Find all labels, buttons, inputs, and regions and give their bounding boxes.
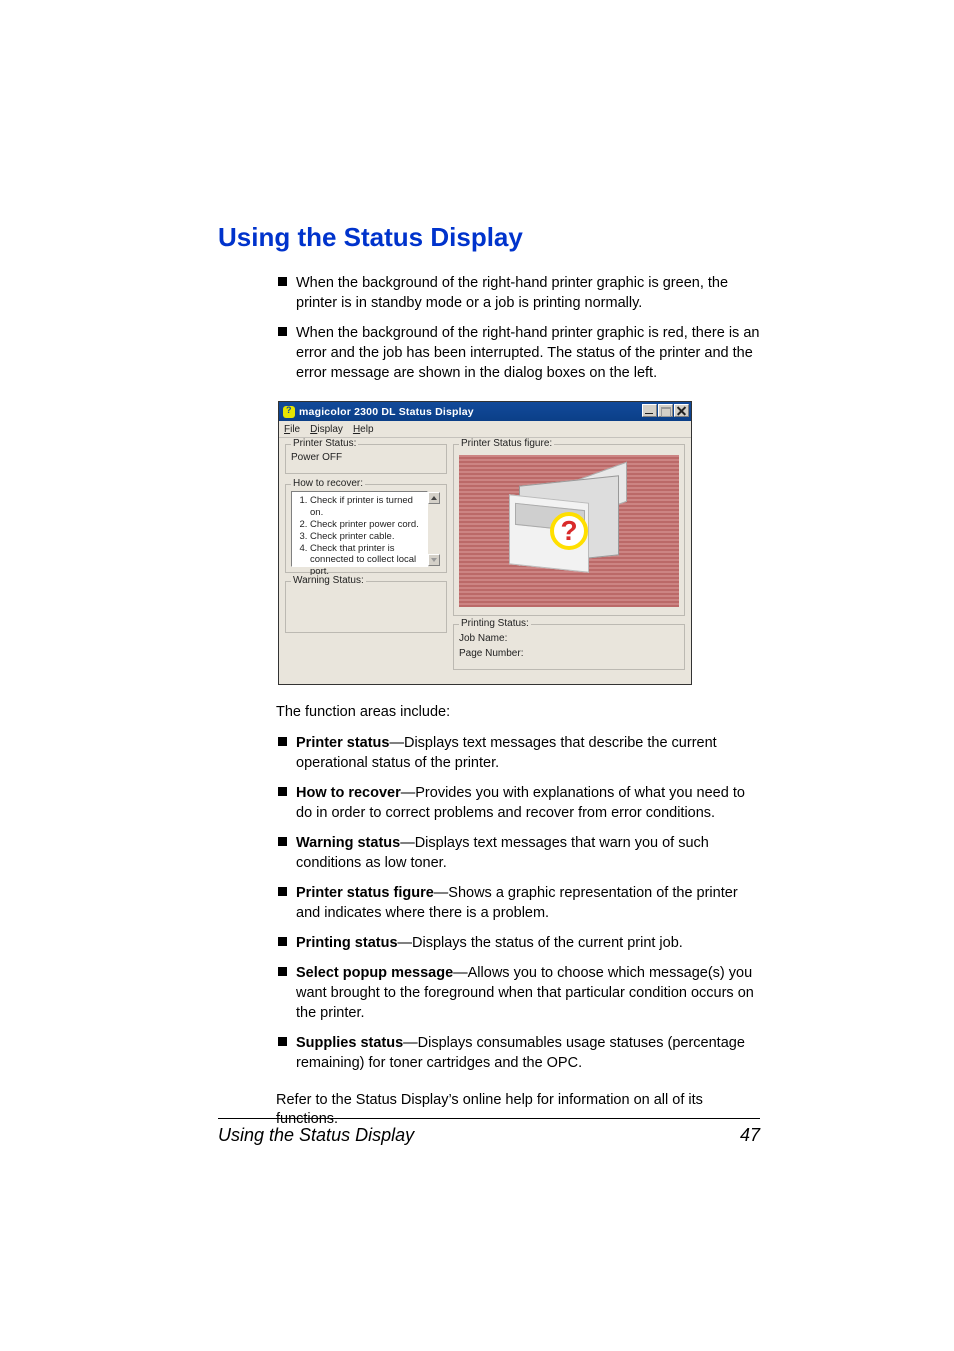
page-number-label: Page Number: — [459, 648, 679, 659]
printer-status-figure-legend: Printer Status figure: — [459, 438, 554, 449]
menu-help[interactable]: Help — [353, 424, 374, 435]
function-area-item: Select popup message—Allows you to choos… — [278, 963, 760, 1023]
function-area-item: Supplies status—Displays consumables usa… — [278, 1033, 760, 1073]
menu-file[interactable]: File — [284, 424, 300, 435]
function-areas-intro: The function areas include: — [276, 703, 760, 723]
printer-status-figure-group: Printer Status figure: — [453, 444, 685, 616]
page-footer: Using the Status Display 47 — [218, 1118, 760, 1146]
warning-status-legend: Warning Status: — [291, 575, 366, 586]
how-to-recover-group: How to recover: Check if printer is turn… — [285, 484, 447, 573]
function-area-item: How to recover—Provides you with explana… — [278, 783, 760, 823]
recover-step: Check printer power cord. — [310, 519, 423, 531]
function-area-term: Select popup message — [296, 965, 453, 981]
function-area-desc: —Displays the status of the current prin… — [398, 935, 683, 951]
status-display-window: magicolor 2300 DL Status Display File Di… — [278, 401, 692, 685]
intro-bullet-list: When the background of the right-hand pr… — [218, 273, 760, 383]
maximize-button[interactable] — [658, 404, 673, 417]
footer-title: Using the Status Display — [218, 1125, 414, 1146]
function-area-term: Printing status — [296, 935, 398, 951]
function-area-term: How to recover — [296, 785, 401, 801]
footer-rule — [218, 1118, 760, 1119]
printing-status-group: Printing Status: Job Name: Page Number: — [453, 624, 685, 670]
minimize-button[interactable] — [642, 404, 657, 417]
intro-bullet: When the background of the right-hand pr… — [278, 273, 760, 313]
printer-figure — [459, 455, 679, 607]
warning-status-group: Warning Status: — [285, 581, 447, 633]
function-area-term: Printer status figure — [296, 885, 434, 901]
intro-bullet: When the background of the right-hand pr… — [278, 323, 760, 383]
title-bar[interactable]: magicolor 2300 DL Status Display — [279, 402, 691, 421]
close-button[interactable] — [674, 404, 689, 417]
function-area-item: Printer status—Displays text messages th… — [278, 733, 760, 773]
recover-step: Check printer cable. — [310, 531, 423, 543]
printer-status-value: Power OFF — [291, 452, 441, 463]
recover-step: Check that printer is connected to colle… — [310, 543, 423, 579]
menu-display[interactable]: Display — [310, 424, 343, 435]
footer-page-number: 47 — [740, 1125, 760, 1146]
printer-status-group: Printer Status: Power OFF — [285, 444, 447, 474]
how-to-recover-legend: How to recover: — [291, 478, 365, 489]
page-heading: Using the Status Display — [218, 222, 760, 253]
function-area-item: Printer status figure—Shows a graphic re… — [278, 883, 760, 923]
printer-status-legend: Printer Status: — [291, 438, 358, 449]
function-area-term: Printer status — [296, 735, 389, 751]
app-icon — [283, 406, 295, 418]
printing-status-legend: Printing Status: — [459, 618, 531, 629]
function-area-item: Warning status—Displays text messages th… — [278, 833, 760, 873]
function-area-term: Warning status — [296, 835, 400, 851]
scroll-up-button[interactable] — [428, 492, 440, 504]
window-title: magicolor 2300 DL Status Display — [299, 406, 474, 418]
function-areas-list: Printer status—Displays text messages th… — [218, 733, 760, 1073]
recover-step: Check if printer is turned on. — [310, 495, 423, 519]
how-to-recover-text: Check if printer is turned on. Check pri… — [291, 491, 428, 567]
job-name-label: Job Name: — [459, 633, 679, 644]
function-area-term: Supplies status — [296, 1035, 403, 1051]
menu-bar: File Display Help — [279, 421, 691, 438]
question-mark-icon — [550, 512, 588, 550]
scroll-down-button[interactable] — [428, 554, 440, 566]
function-area-item: Printing status—Displays the status of t… — [278, 933, 760, 953]
